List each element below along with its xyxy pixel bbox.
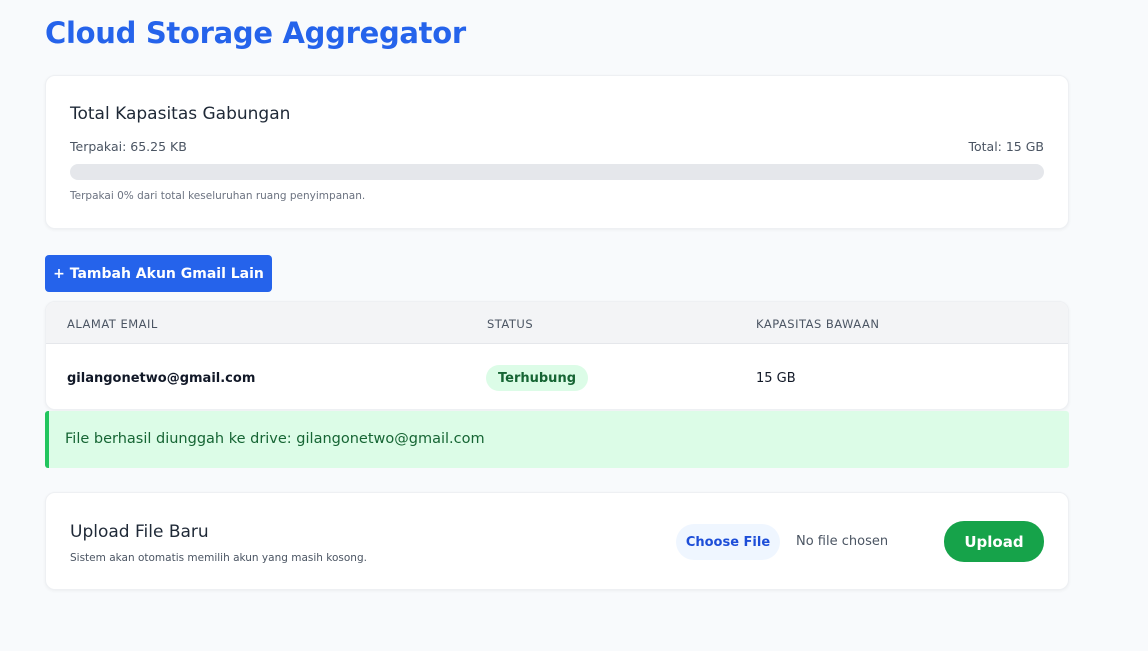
upload-title: Upload File Baru <box>70 522 209 542</box>
table-header: ALAMAT EMAIL STATUS KAPASITAS BAWAAN <box>46 302 1068 344</box>
success-alert: File berhasil diunggah ke drive: gilango… <box>45 411 1069 468</box>
accounts-table: ALAMAT EMAIL STATUS KAPASITAS BAWAAN gil… <box>45 301 1069 410</box>
success-alert-message: File berhasil diunggah ke drive: gilango… <box>65 431 485 447</box>
upload-note: Sistem akan otomatis memilih akun yang m… <box>70 552 367 564</box>
capacity-progress-bar <box>70 164 1044 180</box>
upload-button[interactable]: Upload <box>944 521 1044 562</box>
add-gmail-account-button[interactable]: + Tambah Akun Gmail Lain <box>45 255 272 292</box>
choose-file-button[interactable]: Choose File <box>676 524 780 560</box>
status-badge: Terhubung <box>486 365 588 391</box>
capacity-card: Total Kapasitas Gabungan Terpakai: 65.25… <box>45 75 1069 229</box>
column-header-email: ALAMAT EMAIL <box>67 317 158 331</box>
upload-card: Upload File Baru Sistem akan otomatis me… <box>45 492 1069 590</box>
capacity-title: Total Kapasitas Gabungan <box>70 104 291 124</box>
capacity-used-label: Terpakai: 65.25 KB <box>70 139 187 154</box>
file-chosen-status: No file chosen <box>796 534 889 549</box>
capacity-total-label: Total: 15 GB <box>968 139 1044 154</box>
column-header-capacity: KAPASITAS BAWAAN <box>756 317 880 331</box>
column-header-status: STATUS <box>487 317 534 331</box>
app-root: Cloud Storage Aggregator Total Kapasitas… <box>0 0 1148 651</box>
table-row: gilangonetwo@gmail.com Terhubung 15 GB <box>46 345 1068 409</box>
capacity-note: Terpakai 0% dari total keseluruhan ruang… <box>70 190 366 202</box>
page-title: Cloud Storage Aggregator <box>45 16 466 50</box>
account-capacity: 15 GB <box>756 371 796 386</box>
account-email: gilangonetwo@gmail.com <box>67 371 256 386</box>
